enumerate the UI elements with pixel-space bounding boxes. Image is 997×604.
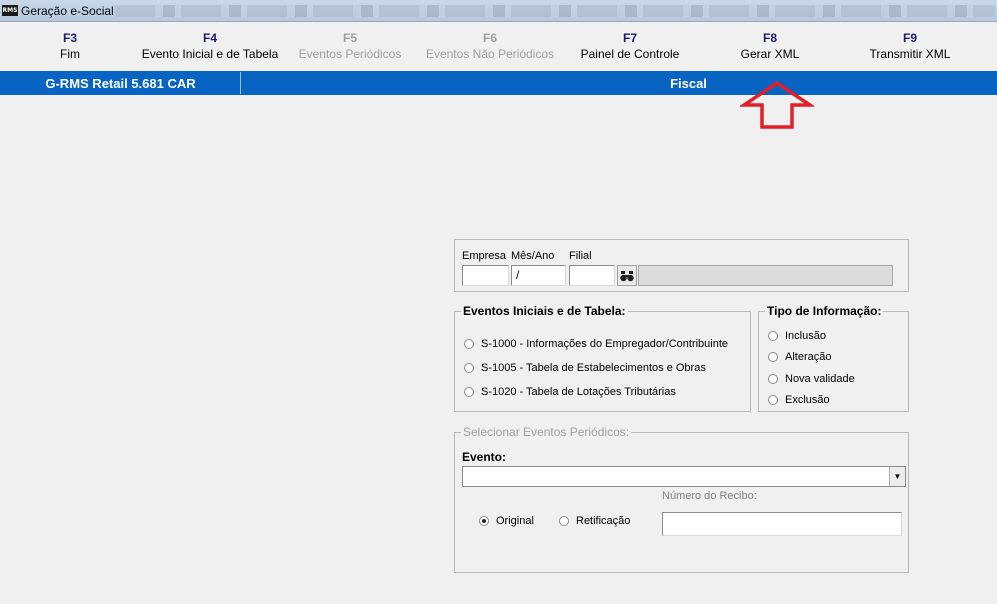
radio-label: Alteração <box>785 351 832 363</box>
find-button[interactable] <box>617 265 637 286</box>
radio-button <box>464 363 474 373</box>
fkey-f5-eventos-periodicos[interactable]: F5 Eventos Periódicos <box>270 28 430 62</box>
evento-label: Evento: <box>462 450 507 464</box>
titlebar-blurred-area <box>115 5 995 17</box>
tipo-informacao-group: Tipo de Informação: Inclusão Alteração N… <box>758 304 909 412</box>
fkey-key: F8 <box>762 31 777 45</box>
eventos-periodicos-title: Selecionar Eventos Periódicos: <box>461 425 632 439</box>
fkey-label: Transmitir XML <box>869 47 951 61</box>
fkey-label: Gerar XML <box>740 47 800 61</box>
fkey-label: Painel de Controle <box>580 47 680 61</box>
fkey-key: F9 <box>902 31 917 45</box>
radio-button <box>464 387 474 397</box>
empresa-input[interactable] <box>462 265 509 286</box>
app-icon: RMS <box>2 5 18 16</box>
radio-button <box>464 339 474 349</box>
radio-button <box>479 516 489 526</box>
fkey-f3-fim[interactable]: F3 Fim <box>0 28 150 62</box>
fkey-key: F7 <box>622 31 637 45</box>
window-title: Geração e-Social <box>21 4 114 18</box>
fkey-label: Eventos Periódicos <box>298 47 402 61</box>
recibo-label: Número do Recibo: <box>662 490 757 502</box>
fkey-key: F6 <box>482 31 497 45</box>
mes-ano-input[interactable]: / <box>511 265 566 286</box>
fkey-label: Eventos Não Periódicos <box>425 47 555 61</box>
radio-button <box>768 352 778 362</box>
fkey-f4-evento-inicial[interactable]: F4 Evento Inicial e de Tabela <box>130 28 290 62</box>
evento-select[interactable]: ▼ <box>462 466 906 487</box>
fkey-f9-transmitir-xml[interactable]: F9 Transmitir XML <box>830 28 990 62</box>
radio-label: Retificação <box>576 515 631 527</box>
fkey-f6-eventos-nao-periodicos[interactable]: F6 Eventos Não Periódicos <box>410 28 570 62</box>
eventos-iniciais-group: Eventos Iniciais e de Tabela: S-1000 - I… <box>454 304 751 412</box>
fkey-key: F4 <box>202 31 217 45</box>
radio-label: Nova validade <box>785 373 855 385</box>
recibo-input[interactable] <box>662 512 902 536</box>
radio-button <box>768 331 778 341</box>
fkey-label: Evento Inicial e de Tabela <box>141 47 279 61</box>
empresa-label: Empresa <box>462 250 507 262</box>
eventos-periodicos-group: Selecionar Eventos Periódicos: Evento: ▼… <box>454 425 909 573</box>
fkey-f8-gerar-xml[interactable]: F8 Gerar XML <box>690 28 850 62</box>
fkey-f7-painel-controle[interactable]: F7 Painel de Controle <box>550 28 710 62</box>
radio-label: Inclusão <box>785 330 826 342</box>
function-key-toolbar: F3 Fim F4 Evento Inicial e de Tabela F5 … <box>0 28 997 70</box>
binoculars-icon <box>620 271 634 282</box>
filial-label: Filial <box>569 250 592 262</box>
radio-label: Exclusão <box>785 394 830 406</box>
fkey-key: F3 <box>62 31 77 45</box>
module-name: Fiscal <box>670 76 707 91</box>
radio-label: Original <box>496 515 534 527</box>
up-arrow-annotation <box>740 80 814 129</box>
tipo-informacao-title: Tipo de Informação: <box>765 304 884 318</box>
radio-label: S-1000 - Informações do Empregador/Contr… <box>481 338 729 350</box>
fkey-key: F5 <box>342 31 357 45</box>
product-version: G-RMS Retail 5.681 CAR <box>1 72 241 94</box>
eventos-iniciais-title: Eventos Iniciais e de Tabela: <box>461 304 628 318</box>
chevron-down-icon[interactable]: ▼ <box>889 467 905 486</box>
mes-ano-label: Mês/Ano <box>511 250 555 262</box>
status-bar: G-RMS Retail 5.681 CAR Fiscal <box>0 71 997 95</box>
filial-input[interactable] <box>569 265 615 286</box>
radio-label: S-1005 - Tabela de Estabelecimentos e Ob… <box>481 362 706 374</box>
filters-panel: Empresa Mês/Ano Filial / <box>454 239 909 292</box>
empresa-description <box>638 265 893 286</box>
radio-button <box>559 516 569 526</box>
radio-button <box>768 395 778 405</box>
radio-button <box>768 374 778 384</box>
fkey-label: Fim <box>60 47 80 61</box>
window-titlebar: RMS Geração e-Social <box>0 0 997 22</box>
radio-label: S-1020 - Tabela de Lotações Tributárias <box>481 386 676 398</box>
